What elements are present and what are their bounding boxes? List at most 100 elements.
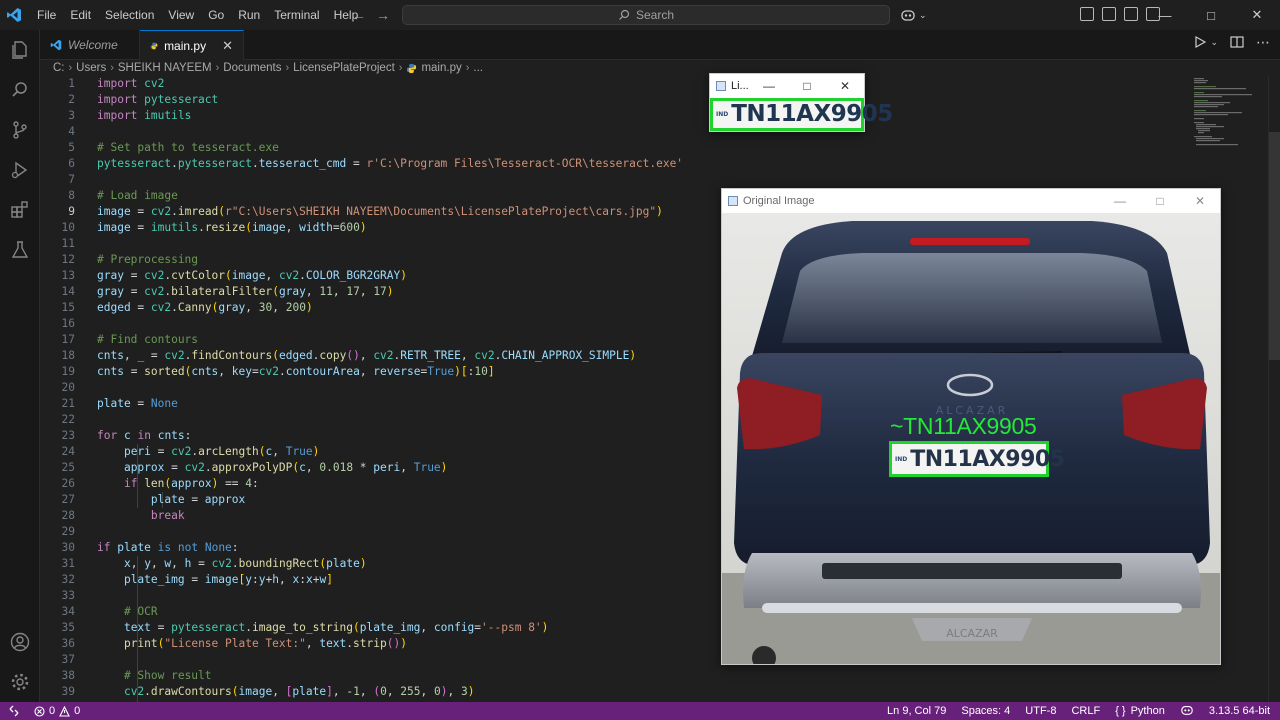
close-icon[interactable]: ✕ <box>826 74 864 98</box>
menu-view[interactable]: View <box>161 0 201 30</box>
line-number: 33 <box>61 589 75 602</box>
code-token: = <box>130 301 151 314</box>
original-window-titlebar[interactable]: Original Image — □ ✕ <box>722 189 1220 213</box>
line-number: 31 <box>61 557 75 570</box>
code-token: 11 <box>319 285 333 298</box>
maximize-icon[interactable]: □ <box>788 74 826 98</box>
run-debug-icon[interactable] <box>8 158 32 182</box>
cursor-position[interactable]: Ln 9, Col 79 <box>887 705 946 717</box>
accounts-icon[interactable] <box>8 630 32 654</box>
remote-indicator[interactable] <box>0 702 28 720</box>
python-interpreter[interactable]: 3.13.5 64-bit <box>1209 705 1270 717</box>
extensions-icon[interactable] <box>8 198 32 222</box>
settings-gear-icon[interactable] <box>8 670 32 694</box>
code-token: , <box>420 621 434 634</box>
code-text: text = pytesseract.image_to_string(plate… <box>97 620 548 636</box>
testing-icon[interactable] <box>8 238 32 262</box>
search-label: Search <box>635 8 675 22</box>
encoding[interactable]: UTF-8 <box>1025 705 1056 717</box>
original-image-window[interactable]: Original Image — □ ✕ ALCAZAR ALCAZAR ~TN… <box>721 188 1221 665</box>
more-actions-icon[interactable]: ⋯ <box>1256 35 1270 49</box>
code-token: 10 <box>474 365 488 378</box>
code-line[interactable]: 5 # Set path to tesseract.exe <box>40 140 1268 156</box>
plate-window[interactable]: Li... — □ ✕ IND TN11AX9905 <box>709 73 893 132</box>
source-control-icon[interactable] <box>8 118 32 142</box>
menu-go[interactable]: Go <box>201 0 231 30</box>
minimize-icon[interactable]: — <box>1142 0 1188 30</box>
breadcrumb-file[interactable]: main.py <box>421 62 461 74</box>
menu-edit[interactable]: Edit <box>63 0 98 30</box>
breadcrumb-drive[interactable]: C: <box>53 62 65 74</box>
code-line[interactable]: 6 pytesseract.pytesseract.tesseract_cmd =… <box>40 156 1268 172</box>
maximize-icon[interactable]: □ <box>1140 189 1180 213</box>
code-token: 17 <box>346 285 360 298</box>
code-token: ) <box>440 685 448 698</box>
line-endings[interactable]: CRLF <box>1071 705 1100 717</box>
scrollbar-thumb[interactable] <box>1269 132 1280 360</box>
line-number: 3 <box>68 109 75 122</box>
problems-indicator[interactable]: 0 0 <box>34 705 80 717</box>
menu-terminal[interactable]: Terminal <box>267 0 326 30</box>
close-icon[interactable]: ✕ <box>1234 0 1280 30</box>
menu-selection[interactable]: Selection <box>98 0 161 30</box>
line-number: 36 <box>61 637 75 650</box>
code-line[interactable]: 2 import pytesseract <box>40 92 1268 108</box>
tab-welcome[interactable]: Welcome <box>40 30 140 60</box>
copilot-status-icon[interactable] <box>1180 704 1194 719</box>
code-line[interactable]: 1 import cv2 <box>40 76 1268 92</box>
code-token: , <box>359 365 374 378</box>
maximize-icon[interactable]: □ <box>1188 0 1234 30</box>
minimize-icon[interactable]: — <box>1100 189 1140 213</box>
code-token: copy <box>319 349 347 362</box>
code-token: config <box>433 621 475 634</box>
code-token: . <box>231 557 239 570</box>
menu-run[interactable]: Run <box>231 0 267 30</box>
menu-file[interactable]: File <box>30 0 63 30</box>
code-token: cv2 <box>144 77 165 90</box>
line-number: 9 <box>68 205 75 218</box>
toggle-secondary-sidebar-icon[interactable] <box>1124 7 1138 21</box>
tab-main-py[interactable]: main.py ✕ <box>140 30 244 60</box>
toggle-primary-sidebar-icon[interactable] <box>1080 7 1094 21</box>
breadcrumb-user[interactable]: SHEIKH NAYEEM <box>118 62 212 74</box>
indentation[interactable]: Spaces: 4 <box>961 705 1010 717</box>
code-line[interactable]: 39 cv2.drawContours(image, [plate], -1, … <box>40 684 1268 700</box>
explorer-icon[interactable] <box>8 38 32 62</box>
code-token: width <box>299 221 333 234</box>
close-icon[interactable]: ✕ <box>1180 189 1220 213</box>
code-token: cnts <box>97 365 124 378</box>
plate-window-titlebar[interactable]: Li... — □ ✕ <box>710 74 864 98</box>
breadcrumb-project[interactable]: LicensePlateProject <box>293 62 395 74</box>
split-editor-icon[interactable] <box>1230 36 1244 48</box>
code-line[interactable]: 3 import imutils <box>40 108 1268 124</box>
code-line[interactable]: 38 # Show result <box>40 668 1268 684</box>
tab-label: main.py <box>164 38 207 53</box>
code-line[interactable]: 4 <box>40 124 1268 140</box>
breadcrumb-documents[interactable]: Documents <box>223 62 281 74</box>
code-token: . <box>198 221 205 234</box>
forward-arrow-icon[interactable]: → <box>376 7 390 23</box>
copilot-button[interactable]: ⌄ <box>900 6 927 24</box>
language-mode[interactable]: { } Python <box>1115 705 1165 717</box>
run-python-file-icon[interactable] <box>1194 36 1207 48</box>
status-right: Ln 9, Col 79 Spaces: 4 UTF-8 CRLF { } Py… <box>887 702 1270 720</box>
code-token: imread <box>177 205 219 218</box>
plate-window-controls: — □ ✕ <box>750 74 864 98</box>
back-arrow-icon[interactable]: ← <box>352 7 366 23</box>
minimize-icon[interactable]: — <box>750 74 788 98</box>
code-text: image = imutils.resize(image, width=600) <box>97 220 367 236</box>
tab-close-icon[interactable]: ✕ <box>222 38 233 54</box>
search-view-icon[interactable] <box>8 78 32 102</box>
command-center-search[interactable]: Search <box>402 5 890 25</box>
breadcrumb-symbol[interactable]: ... <box>473 62 483 74</box>
chevron-down-icon[interactable]: ⌄ <box>1210 37 1218 48</box>
code-token: # OCR <box>123 605 158 618</box>
toggle-panel-icon[interactable] <box>1102 7 1116 21</box>
code-token: , - <box>332 685 354 698</box>
line-number: 27 <box>61 493 75 506</box>
code-text: print("License Plate Text:", text.strip(… <box>97 636 407 652</box>
breadcrumb-users[interactable]: Users <box>76 62 106 74</box>
code-line[interactable]: 7 <box>40 172 1268 188</box>
minimap[interactable] <box>1190 76 1268 146</box>
